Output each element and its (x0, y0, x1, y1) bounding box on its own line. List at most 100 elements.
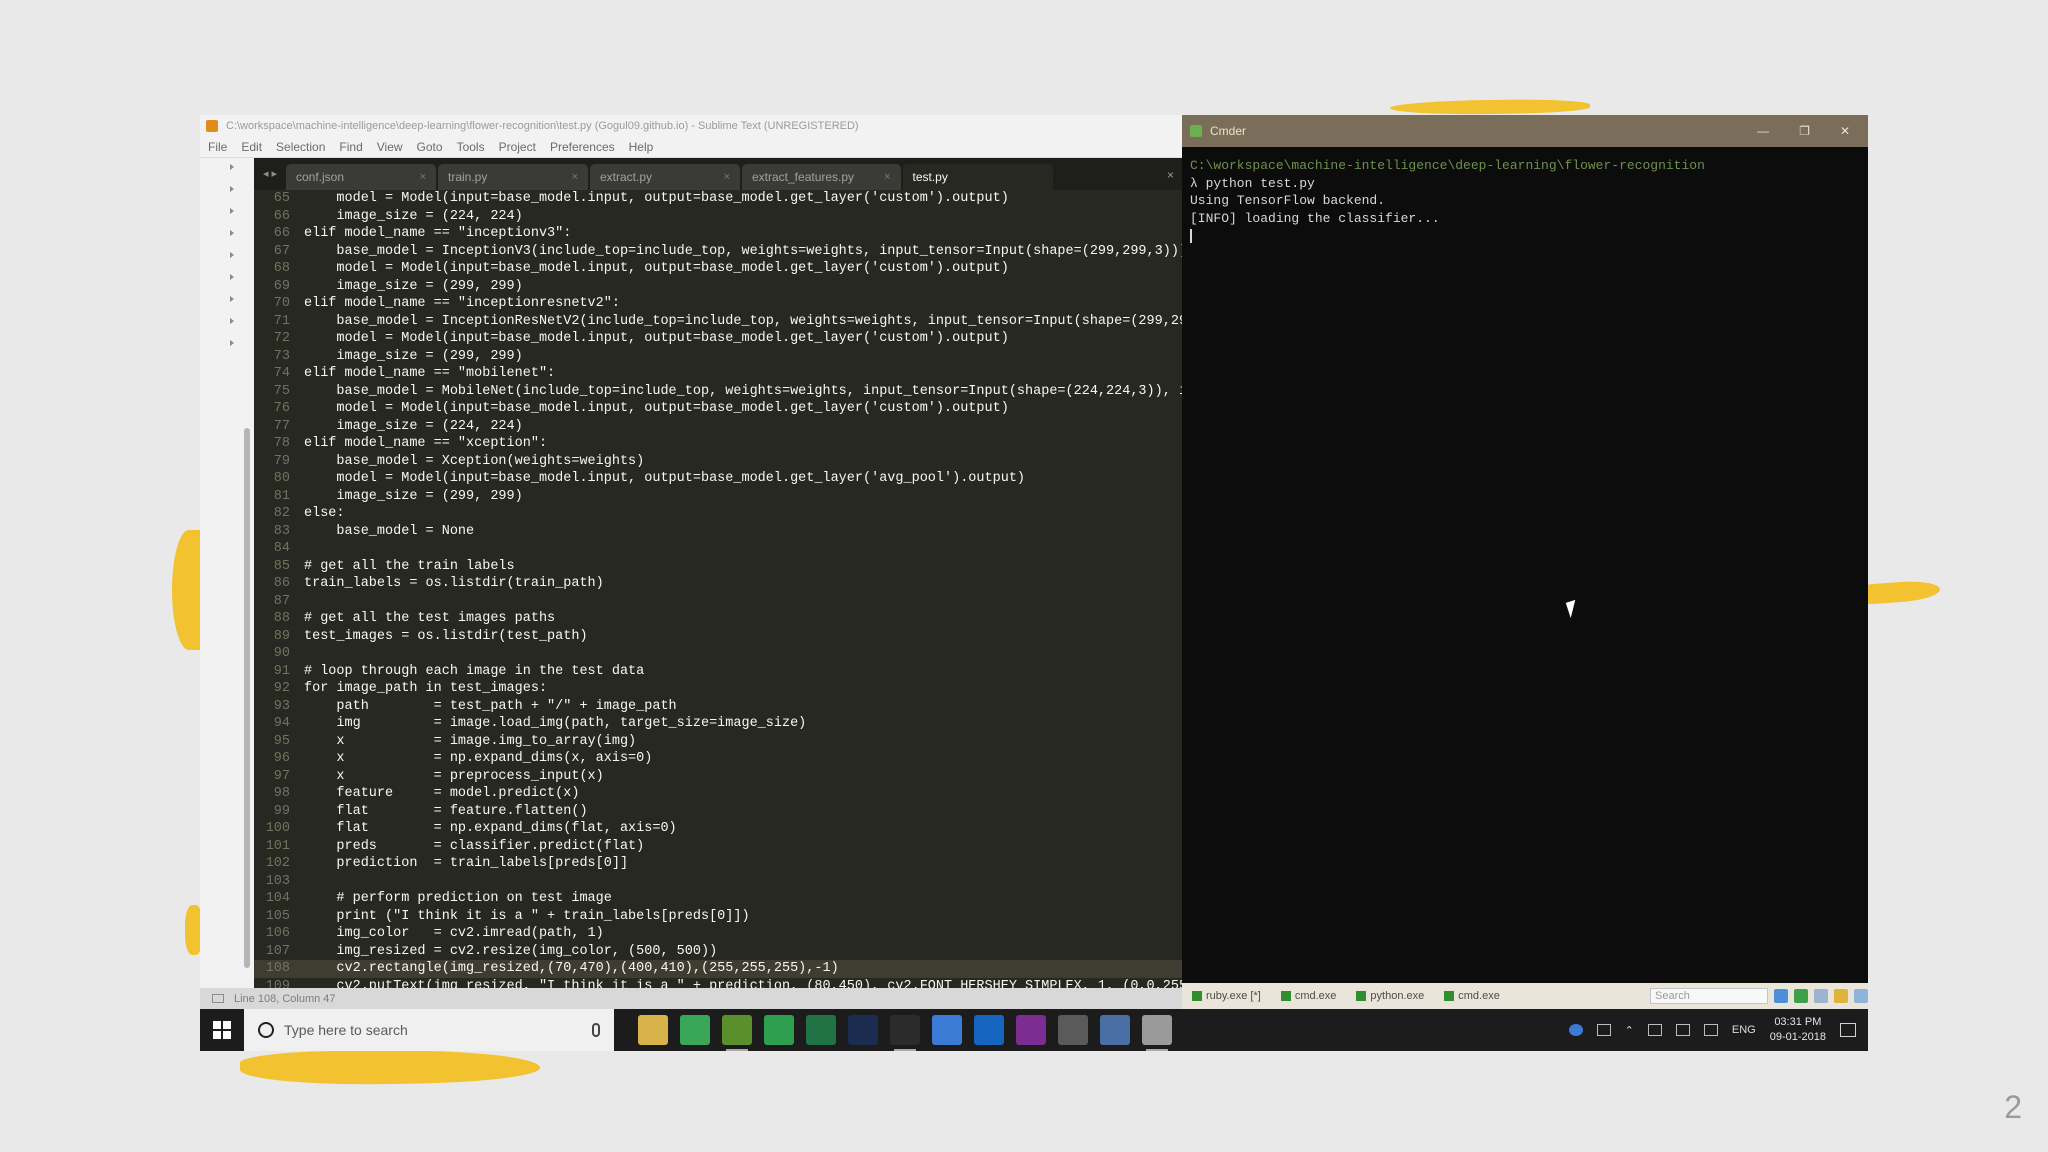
menu-selection[interactable]: Selection (276, 140, 325, 154)
battery-icon[interactable] (1675, 1024, 1690, 1036)
code-text: # perform prediction on test image (304, 891, 612, 906)
cmder-console-tab[interactable]: cmd.exe (1442, 990, 1512, 1002)
console-tab-label: cmd.exe (1458, 990, 1500, 1002)
code-line: 66 elif model_name == "inceptionv3": (254, 225, 1182, 243)
network-globe-icon[interactable] (1568, 1024, 1583, 1036)
line-number: 65 (273, 191, 290, 206)
box-icon[interactable] (1100, 1015, 1130, 1045)
close-tab-icon[interactable]: × (1167, 168, 1182, 190)
menu-tools[interactable]: Tools (457, 140, 485, 154)
code-line: 85 # get all the train labels (254, 558, 1182, 576)
cmder-titlebar: Cmder — ❐ ✕ (1182, 115, 1868, 147)
microphone-icon[interactable] (592, 1023, 600, 1037)
language-indicator[interactable]: ENG (1732, 1024, 1756, 1036)
menu-file[interactable]: File (208, 140, 227, 154)
cmder-console-tab[interactable]: python.exe (1354, 990, 1436, 1002)
code-text: elif model_name == "inceptionv3": (304, 226, 572, 241)
chevron-up-icon[interactable]: ⌃ (1625, 1024, 1634, 1037)
menu-project[interactable]: Project (499, 140, 536, 154)
console-icon (1192, 991, 1202, 1001)
visual-studio-icon[interactable] (932, 1015, 962, 1045)
calculator-icon[interactable] (1058, 1015, 1088, 1045)
editor-sidebar[interactable] (200, 158, 254, 988)
outlook-icon[interactable] (974, 1015, 1004, 1045)
file-explorer-icon[interactable] (638, 1015, 668, 1045)
editor-tab[interactable]: extract.py × (590, 164, 740, 190)
folder-arrow-icon[interactable] (230, 296, 234, 302)
line-number: 91 (273, 663, 290, 679)
media-icon[interactable] (1142, 1015, 1172, 1051)
folder-arrow-icon[interactable] (230, 274, 234, 280)
line-number: 79 (273, 453, 290, 469)
code-text: base_model = InceptionResNetV2(include_t… (304, 313, 1182, 329)
editor-tab[interactable]: conf.json × (286, 164, 436, 190)
menu-icon[interactable] (1854, 989, 1868, 1003)
lock-icon[interactable] (1834, 989, 1848, 1003)
clock-date: 09-01-2018 (1769, 1031, 1826, 1043)
minimize-button[interactable]: — (1757, 124, 1769, 138)
cmder-search-input[interactable]: Search (1650, 988, 1768, 1004)
close-button[interactable]: ✕ (1840, 124, 1850, 138)
folder-arrow-icon[interactable] (230, 164, 234, 170)
search-icon[interactable] (1774, 989, 1788, 1003)
code-text: image_size = (299, 299) (304, 488, 523, 504)
clock[interactable]: 03:31 PM 09-01-2018 (1770, 1015, 1826, 1045)
menu-find[interactable]: Find (339, 140, 362, 154)
panel-toggle-icon[interactable] (212, 994, 224, 1003)
terminal-output[interactable]: C:\workspace\machine-intelligence\deep-l… (1190, 157, 1705, 245)
pen-icon[interactable] (1596, 1024, 1611, 1036)
line-number: 84 (273, 541, 290, 556)
editor-tab[interactable]: train.py × (438, 164, 588, 190)
menu-goto[interactable]: Goto (417, 140, 443, 154)
folder-arrow-icon[interactable] (230, 318, 234, 324)
line-number: 86 (273, 576, 290, 591)
network-icon[interactable] (1647, 1024, 1662, 1036)
cmder-console-tab[interactable]: cmd.exe (1279, 990, 1349, 1002)
tab-close-icon[interactable]: × (572, 171, 578, 183)
menu-view[interactable]: View (377, 140, 403, 154)
code-line: 72 model = Model(input=base_model.input,… (254, 330, 1182, 348)
code-text: model = Model(input=base_model.input, ou… (304, 401, 1009, 416)
tab-close-icon[interactable]: × (420, 171, 426, 183)
tab-close-icon[interactable]: × (884, 171, 890, 183)
folder-arrow-icon[interactable] (230, 230, 234, 236)
menu-help[interactable]: Help (629, 140, 654, 154)
photoshop-icon[interactable] (848, 1015, 878, 1045)
excel-icon[interactable] (806, 1015, 836, 1045)
code-line: 101 preds = classifier.predict(flat) (254, 838, 1182, 856)
volume-icon[interactable] (1703, 1024, 1718, 1036)
tab-close-icon[interactable]: × (724, 171, 730, 183)
folder-arrow-icon[interactable] (230, 208, 234, 214)
folder-arrow-icon[interactable] (230, 252, 234, 258)
code-line: 109 cv2.putText(img_resized, "I think it… (254, 978, 1182, 989)
editor-tab[interactable]: test.py (902, 164, 1053, 190)
cmder-console-tab[interactable]: ruby.exe [*] (1190, 990, 1273, 1002)
line-number: 73 (273, 348, 290, 364)
line-number: 69 (273, 278, 290, 294)
code-editor[interactable]: 65 model = Model(input=base_model.input,… (254, 190, 1182, 988)
taskbar-search-box[interactable]: Type here to search (244, 1009, 614, 1051)
onenote-icon[interactable] (1016, 1015, 1046, 1045)
cmder-icon[interactable] (722, 1015, 752, 1051)
start-button[interactable] (200, 1009, 244, 1051)
tab-nav-arrows[interactable]: ◂ ▸ (254, 167, 286, 190)
new-tab-icon[interactable] (1794, 989, 1808, 1003)
menu-preferences[interactable]: Preferences (550, 140, 615, 154)
line-number: 77 (273, 418, 290, 434)
code-line: 99 flat = feature.flatten() (254, 803, 1182, 821)
line-number: 66 (273, 208, 290, 224)
maximize-button[interactable]: ❐ (1799, 124, 1810, 138)
editor-tab[interactable]: extract_features.py × (742, 164, 901, 190)
menu-edit[interactable]: Edit (241, 140, 262, 154)
editor-titlebar: C:\workspace\machine-intelligence\deep-l… (200, 115, 1182, 137)
split-icon[interactable] (1814, 989, 1828, 1003)
globe-icon[interactable] (764, 1015, 794, 1045)
folder-arrow-icon[interactable] (230, 340, 234, 346)
folder-arrow-icon[interactable] (230, 186, 234, 192)
cursor-position: Line 108, Column 47 (234, 992, 336, 1005)
sublime-icon[interactable] (890, 1015, 920, 1051)
action-center-icon[interactable] (1840, 1023, 1856, 1037)
chrome-icon[interactable] (680, 1015, 710, 1045)
sidebar-scrollbar[interactable] (244, 428, 250, 968)
line-number: 76 (273, 401, 290, 416)
